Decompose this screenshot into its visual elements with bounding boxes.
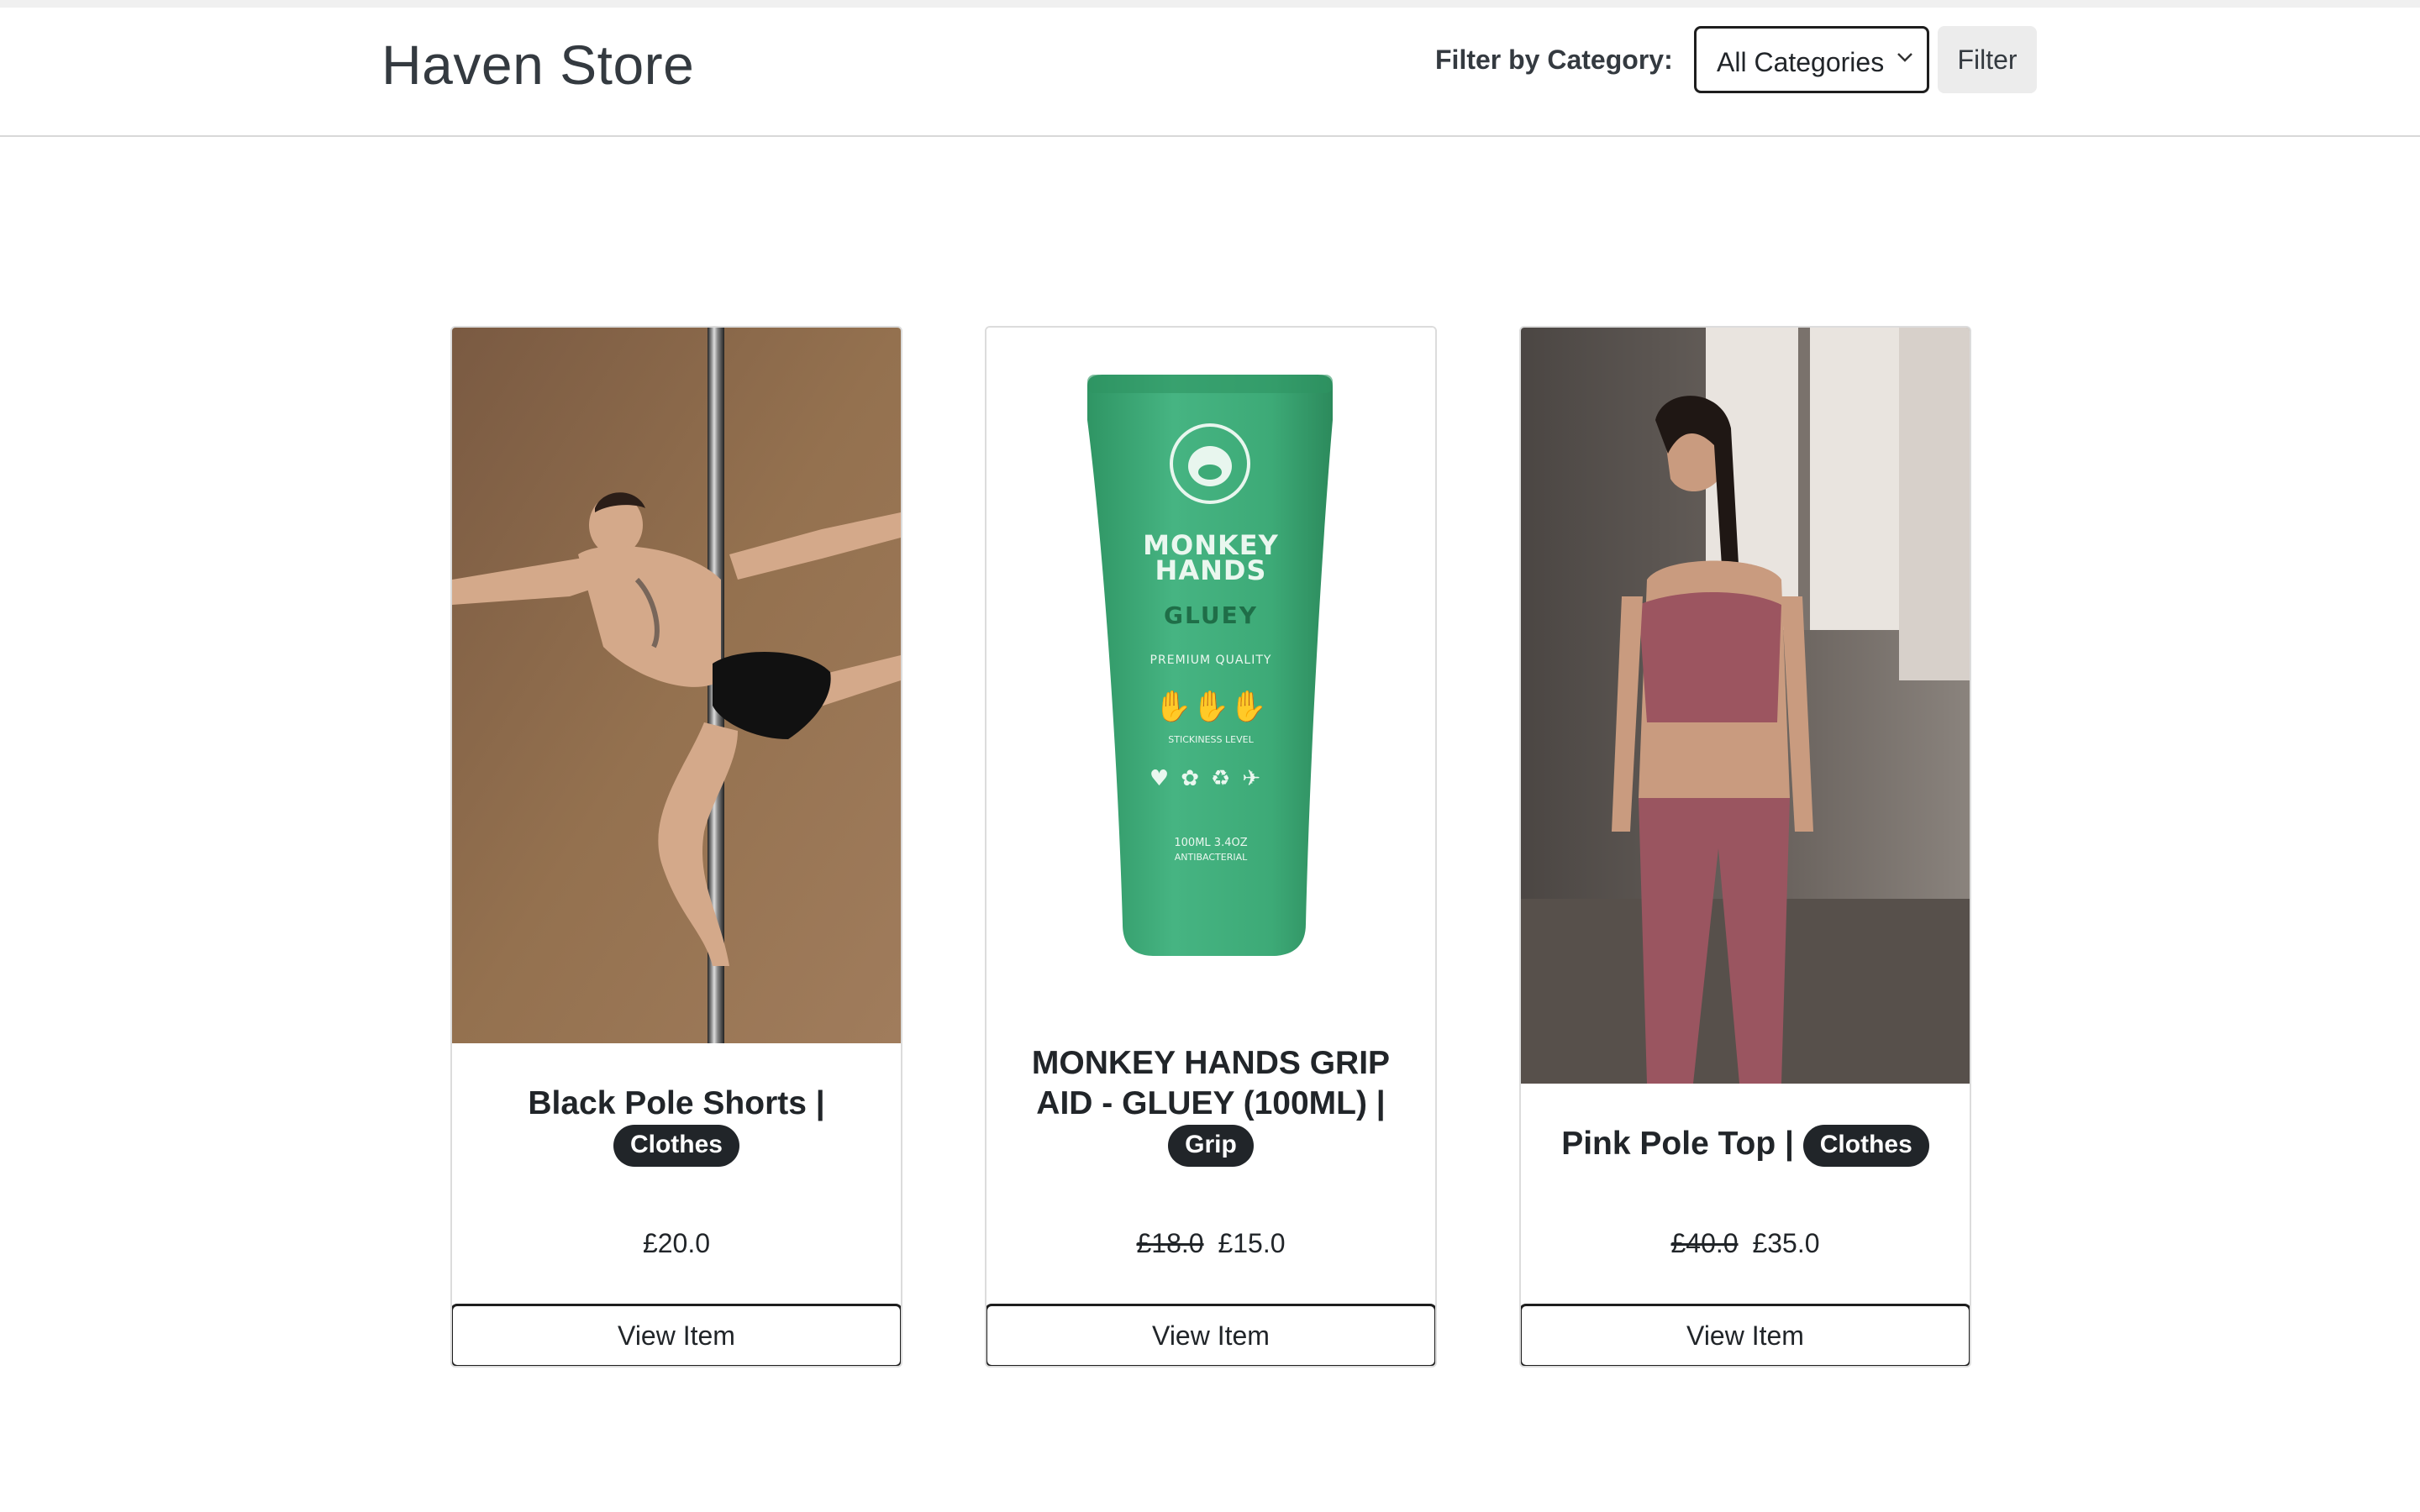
- pole-dancer-photo: [452, 328, 901, 1043]
- grip-tube-photo: [986, 328, 1435, 1043]
- product-card: Pink Pole Top | Clothes £40.0 £35.0 View…: [1519, 326, 1971, 1368]
- product-name[interactable]: MONKEY HANDS GRIP AID - GLUEY (100ML) |: [1032, 1045, 1390, 1121]
- product-name[interactable]: Black Pole Shorts |: [528, 1085, 824, 1121]
- product-image-black-pole-shorts[interactable]: [452, 328, 901, 1043]
- category-badge: Grip: [1168, 1124, 1254, 1167]
- product-image-pink-pole-top[interactable]: [1521, 328, 1970, 1084]
- category-select[interactable]: All Categories: [1694, 26, 1929, 93]
- filter-label: Filter by Category:: [1435, 45, 1673, 75]
- current-price: £15.0: [1218, 1228, 1286, 1258]
- top-strip: [0, 0, 2420, 8]
- current-price: £35.0: [1752, 1228, 1820, 1258]
- product-price: £20.0: [452, 1228, 901, 1259]
- product-card: Black Pole Shorts | Clothes £20.0 View I…: [450, 326, 902, 1368]
- product-card: MONKEY HANDS GLUEY PREMIUM QUALITY ✋✋✋ S…: [985, 326, 1437, 1368]
- category-badge: Clothes: [613, 1124, 739, 1167]
- old-price: £18.0: [1136, 1228, 1204, 1258]
- product-title: MONKEY HANDS GRIP AID - GLUEY (100ML) | …: [1003, 1043, 1418, 1167]
- old-price: £40.0: [1670, 1228, 1739, 1258]
- store-brand[interactable]: Haven Store: [381, 33, 694, 97]
- product-title: Pink Pole Top | Clothes: [1538, 1124, 1953, 1167]
- product-name[interactable]: Pink Pole Top |: [1561, 1126, 1794, 1162]
- category-select-value: All Categories: [1717, 47, 1885, 77]
- model-photo: [1521, 328, 1970, 1084]
- product-image-monkey-hands-gluey[interactable]: [986, 328, 1435, 1043]
- product-price: £18.0 £15.0: [986, 1228, 1435, 1259]
- view-item-button[interactable]: View Item: [452, 1304, 901, 1366]
- product-price: £40.0 £35.0: [1521, 1228, 1970, 1259]
- category-badge: Clothes: [1802, 1124, 1929, 1167]
- view-item-button[interactable]: View Item: [1521, 1304, 1970, 1366]
- view-item-button[interactable]: View Item: [986, 1304, 1435, 1366]
- filter-button[interactable]: Filter: [1938, 26, 2037, 93]
- current-price: £20.0: [642, 1228, 711, 1258]
- product-title: Black Pole Shorts | Clothes: [469, 1084, 884, 1167]
- chevron-down-icon: [1897, 53, 1912, 62]
- navbar: Haven Store Filter by Category: All Cate…: [0, 8, 2420, 137]
